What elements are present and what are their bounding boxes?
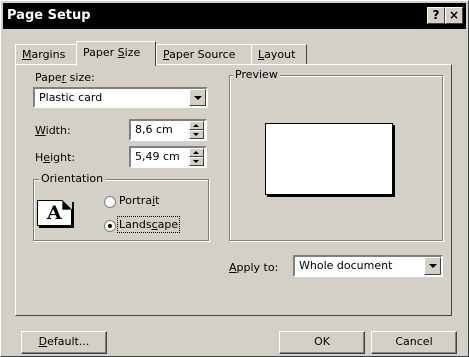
paper-size-select[interactable]: Plastic card: [33, 87, 208, 108]
landscape-radio[interactable]: [104, 220, 116, 232]
label-part: Portra: [119, 194, 153, 207]
cancel-button[interactable]: Cancel: [371, 331, 457, 354]
tab-label-part: aper Source: [169, 48, 236, 61]
ok-button[interactable]: OK: [279, 331, 365, 354]
default-button[interactable]: Default...: [21, 331, 107, 354]
button-label-part: efault...: [47, 335, 90, 348]
paper-size-value: Plastic card: [39, 91, 103, 104]
label-part: idth:: [45, 124, 71, 137]
apply-to-select[interactable]: Whole document: [293, 255, 443, 277]
paper-size-dropdown-arrow-icon[interactable]: [189, 89, 206, 106]
label-part: ape: [157, 218, 179, 231]
landscape-label[interactable]: Landscape: [116, 216, 181, 233]
button-label-key: D: [38, 335, 48, 348]
paper-size-label: Paper size:: [35, 71, 95, 84]
spin-down-icon[interactable]: [189, 157, 204, 166]
portrait-label[interactable]: Portrait: [119, 194, 159, 207]
tab-paper-source[interactable]: Paper Source: [156, 44, 252, 65]
help-button[interactable]: ?: [427, 7, 445, 24]
tab-label-part: argins: [31, 48, 66, 61]
height-label: Height:: [35, 151, 75, 164]
height-value: 5,49 cm: [135, 150, 180, 163]
label-part: t: [155, 194, 160, 207]
dialog-title: Page Setup: [7, 8, 91, 23]
page-setup-dialog: Page Setup ? × Margins Paper Size Paper …: [0, 0, 469, 357]
label-part: Pape: [35, 71, 62, 84]
close-button[interactable]: ×: [445, 7, 463, 24]
landscape-page-icon: A: [37, 200, 72, 226]
width-label: Width:: [35, 124, 71, 137]
tab-label-key: S: [117, 46, 125, 59]
tab-margins[interactable]: Margins: [15, 44, 77, 65]
tab-label-part: ize: [124, 46, 141, 59]
label-part: ight:: [50, 151, 76, 164]
apply-to-dropdown-arrow-icon[interactable]: [424, 257, 441, 275]
orientation-icon-letter: A: [47, 202, 62, 224]
label-key: A: [229, 261, 237, 274]
label-part: Lands: [119, 218, 152, 231]
apply-to-label: Apply to:: [229, 261, 278, 274]
portrait-radio[interactable]: [104, 196, 116, 208]
width-value: 8,6 cm: [135, 123, 173, 136]
orientation-title: Orientation: [39, 172, 106, 185]
tab-paper-size[interactable]: Paper Size: [76, 41, 156, 66]
apply-to-value: Whole document: [299, 259, 393, 272]
page-preview: [265, 123, 393, 195]
tab-label-key: M: [22, 48, 32, 61]
tab-label-part: ayout: [264, 48, 296, 61]
spin-down-icon[interactable]: [189, 130, 204, 139]
tab-layout[interactable]: Layout: [251, 44, 307, 65]
preview-title: Preview: [233, 68, 280, 81]
label-key: W: [35, 124, 46, 137]
tab-label-part: Paper: [83, 46, 118, 59]
title-bar: Page Setup ? ×: [3, 3, 466, 29]
label-part: pply to:: [236, 261, 279, 274]
label-part: size:: [66, 71, 95, 84]
spin-up-icon[interactable]: [189, 148, 204, 157]
spin-up-icon[interactable]: [189, 121, 204, 130]
